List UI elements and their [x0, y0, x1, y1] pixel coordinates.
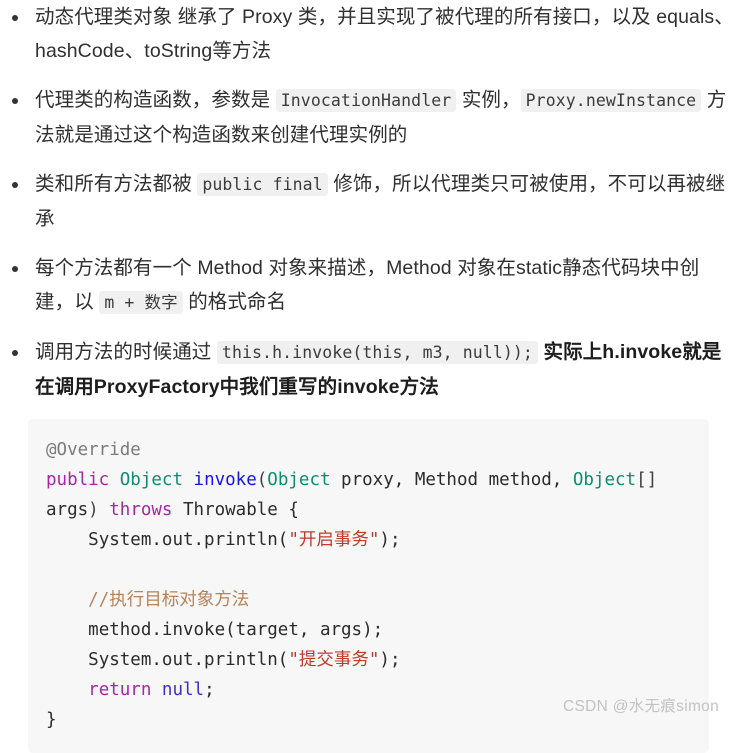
code-line: //执行目标对象方法: [46, 585, 691, 615]
code-line: @Override: [46, 435, 691, 465]
code-line: public Object invoke(Object proxy, Metho…: [46, 465, 691, 525]
document-body: 动态代理类对象 继承了 Proxy 类，并且实现了被代理的所有接口，以及 equ…: [0, 0, 737, 753]
code-token-plain: Method: [414, 470, 479, 490]
bullet-dynamic-proxy-inherits: 动态代理类对象 继承了 Proxy 类，并且实现了被代理的所有接口，以及 equ…: [0, 0, 737, 68]
code-line: System.out.println("提交事务");: [46, 645, 691, 675]
code-token-type: Object: [119, 470, 183, 490]
code-token-punc: (: [256, 470, 268, 490]
bullet-text: 实例，: [456, 89, 521, 111]
bullet-public-final: 类和所有方法都被 public final 修饰，所以代理类只可被使用，不可以再…: [0, 167, 737, 236]
bullet-constructor-invocationhandler: 代理类的构造函数，参数是 InvocationHandler 实例， Proxy.…: [0, 83, 737, 152]
code-token-plain: System.out.println(: [46, 530, 289, 550]
bullet-invoke-call: 调用方法的时候通过 this.h.invoke(this, m3, null))…: [0, 335, 737, 404]
bullet-text: 的格式命名: [182, 291, 287, 313]
bullet-text: 调用方法的时候通过: [35, 341, 217, 363]
code-token-plain: method,: [478, 470, 573, 490]
code-token-punc: ): [88, 500, 99, 520]
code-token-plain: Throwable {: [172, 500, 299, 520]
code-token-kw: return: [88, 680, 152, 700]
code-token-plain: System.out.println(: [46, 650, 289, 670]
inline-code: public final: [197, 173, 328, 196]
watermark: CSDN @水无痕simon: [562, 698, 719, 715]
code-token-kw: throws: [109, 500, 173, 520]
inline-code: Proxy.newInstance: [520, 89, 702, 112]
code-token-kw: public: [46, 470, 110, 490]
bullet-text: 类和所有方法都被: [35, 173, 198, 195]
code-token-plain: ;: [204, 680, 215, 700]
inline-code: this.h.invoke(this, m3, null));: [216, 341, 538, 364]
inline-code: InvocationHandler: [275, 89, 457, 112]
code-token-plain: }: [46, 710, 57, 730]
inline-code: m + 数字: [99, 291, 183, 314]
code-token-type: Object: [267, 470, 331, 490]
bullet-text: 代理类的构造函数，参数是: [35, 89, 276, 111]
code-token-type: Object: [572, 470, 637, 490]
code-token-plain: );: [379, 530, 401, 550]
code-line: method.invoke(target, args);: [46, 615, 691, 645]
code-token-plain: method.invoke(target, args);: [46, 620, 384, 640]
code-token-punc: []: [636, 470, 658, 490]
code-token-str: "提交事务": [288, 650, 380, 670]
code-token-fn: invoke: [193, 470, 257, 490]
code-token-plain: proxy,: [330, 470, 415, 490]
bullet-list: 动态代理类对象 继承了 Proxy 类，并且实现了被代理的所有接口，以及 equ…: [0, 0, 737, 404]
code-token-str: "开启事务": [288, 530, 380, 550]
bullet-text: 动态代理类对象 继承了 Proxy 类，并且实现了被代理的所有接口，以及 equ…: [35, 6, 734, 62]
code-token-com: //执行目标对象方法: [46, 590, 250, 610]
code-line: System.out.println("开启事务");: [46, 525, 691, 555]
code-token-anno: @Override: [46, 440, 141, 460]
bullet-method-object-static: 每个方法都有一个 Method 对象来描述，Method 对象在static静态…: [0, 251, 737, 320]
code-token-const: null: [161, 680, 205, 700]
code-token-plain: );: [379, 650, 401, 670]
